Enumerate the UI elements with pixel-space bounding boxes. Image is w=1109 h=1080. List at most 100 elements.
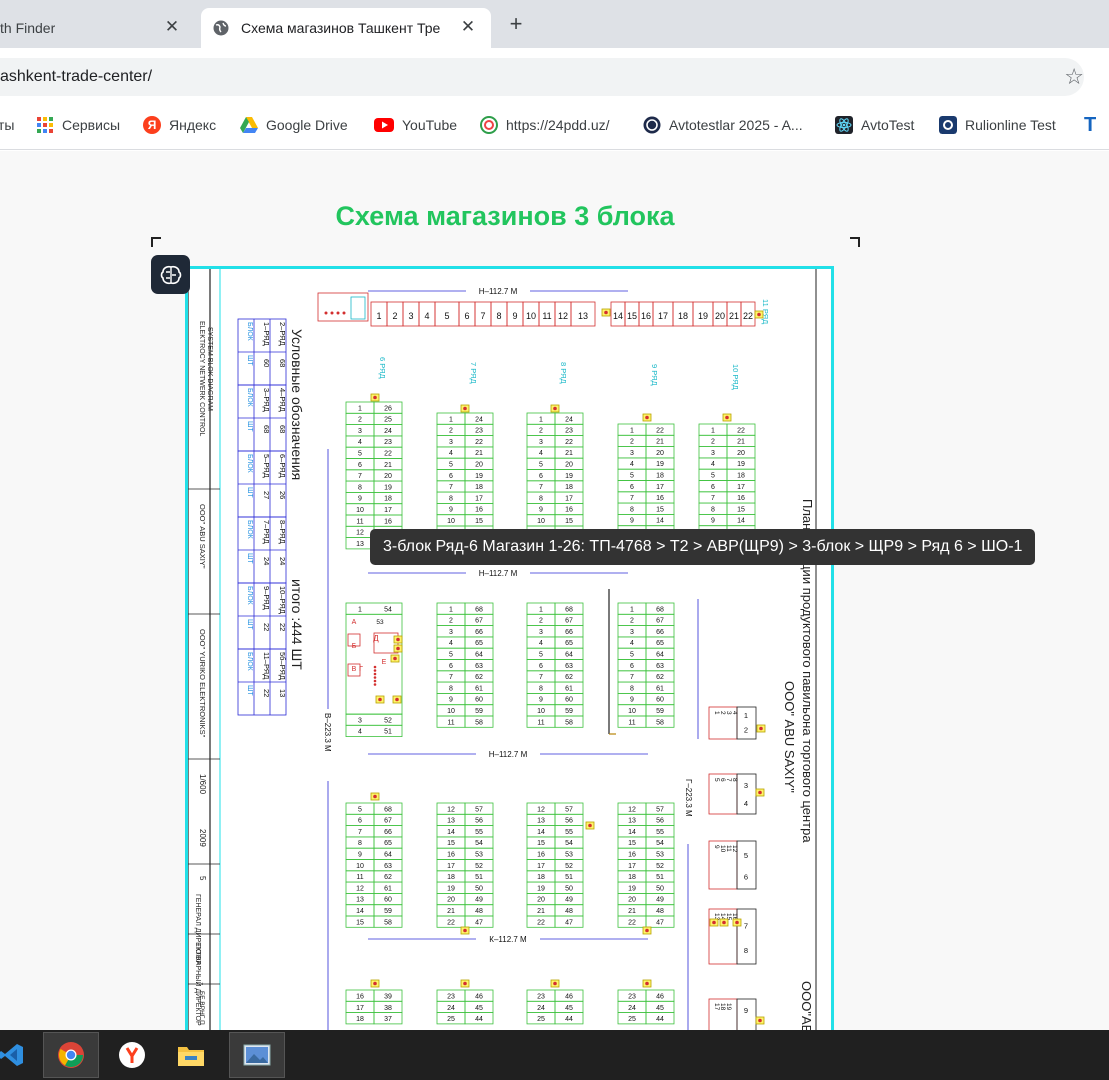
shop-number: 38 (384, 1005, 392, 1012)
shop-number: 3 (449, 629, 453, 636)
shop-number: 63 (384, 863, 392, 870)
bookmark-overflow[interactable]: T (1084, 114, 1096, 136)
shop-number: 57 (475, 806, 483, 813)
shop-number: 26 (384, 405, 392, 412)
shop-number: 20 (656, 450, 664, 457)
shop-number: 9 (630, 518, 634, 525)
tab-title: th Finder (0, 20, 56, 36)
shop-number: 3 (358, 718, 362, 725)
taskbar-yandex[interactable] (104, 1032, 160, 1078)
shop-number: 11 (537, 719, 544, 726)
shop-number: 14 (447, 829, 455, 836)
shop-number: 1 (630, 427, 634, 434)
shop-number: 2 (630, 439, 634, 446)
taskbar-photos[interactable] (229, 1032, 285, 1078)
shop-number: 48 (565, 908, 573, 915)
shop-number: 17 (737, 484, 745, 491)
shop-number: 25 (447, 1016, 455, 1023)
taskbar-chrome[interactable] (43, 1032, 99, 1078)
bookmarks-bar: ты Сервисы Я Яндекс Google Drive YouTube (0, 100, 1109, 150)
shop-number: 2 (358, 417, 362, 424)
taskbar-explorer[interactable] (163, 1032, 219, 1078)
shop-number: 5 (711, 473, 715, 480)
shop-number: 21 (628, 908, 636, 915)
shop-number: 5 (358, 806, 362, 813)
bookmark-avtotest[interactable]: AvtoTest (835, 114, 914, 136)
shop-number: 2 (711, 439, 715, 446)
shop-number: 23 (447, 994, 455, 1001)
shop-number: 3 (630, 629, 634, 636)
shop-number: 4 (358, 439, 362, 446)
shop-number: 14 (737, 518, 745, 525)
shop-number: 9 (358, 852, 362, 859)
address-bar[interactable]: ashkent-trade-center/ ☆ (0, 58, 1084, 96)
legend-count: 24 (262, 557, 271, 565)
shop-number: 19 (537, 885, 545, 892)
new-tab-button[interactable]: + (505, 13, 527, 35)
tab-path-finder[interactable]: th Finder ✕ (0, 8, 195, 48)
shop-number: 21 (656, 439, 664, 446)
shop-number: 8 (630, 506, 634, 513)
breaker-dot (712, 920, 716, 925)
taskbar-vscode[interactable] (0, 1032, 40, 1078)
legend-count: 68 (262, 425, 271, 433)
bookmark-yandex[interactable]: Я Яндекс (143, 114, 216, 136)
top-shop-number: 4 (424, 311, 429, 321)
special-label: Б (352, 643, 357, 650)
shop-number: 46 (565, 994, 573, 1001)
bookmark-rulionline[interactable]: Rulionline Test (939, 114, 1056, 136)
breaker-dot (373, 794, 377, 799)
shop-number: 58 (384, 919, 392, 926)
bookmark-star-icon[interactable]: ☆ (1064, 64, 1084, 90)
right-shop-number: 1 (713, 711, 720, 715)
shop-number: 12 (628, 806, 636, 813)
shop-number: 5 (539, 462, 543, 469)
right-block-label: 3 (744, 781, 748, 790)
shop-number: 65 (384, 840, 392, 847)
title-block-text: 1/600 (198, 774, 207, 795)
shop-number: 2 (539, 618, 543, 625)
bookmark-services[interactable]: Сервисы (36, 114, 120, 136)
bookmark-google-drive[interactable]: Google Drive (240, 114, 348, 136)
legend-unit: ШТ (246, 421, 253, 432)
entrance-dot (336, 311, 340, 315)
breaker-dot (645, 928, 649, 933)
close-icon[interactable]: ✕ (459, 18, 477, 36)
legend-row-name: 3–РЯД (262, 388, 271, 412)
shop-number: 39 (384, 994, 392, 1001)
tab-title: Схема магазинов Ташкент Тре (241, 20, 441, 36)
shop-number: 67 (384, 818, 392, 825)
bookmark-avtotestlar[interactable]: Avtotestlar 2025 - A... (643, 114, 803, 136)
legend-count: 22 (262, 623, 271, 631)
shop-number: 7 (358, 473, 362, 480)
shop-number: 11 (356, 874, 363, 881)
shop-number: 4 (449, 450, 453, 457)
bookmark-item[interactable]: ты (0, 114, 14, 136)
tab-strip: th Finder ✕ Схема магазинов Ташкент Тре … (0, 0, 1109, 48)
shop-number: 24 (565, 416, 573, 423)
shop-number: 46 (656, 994, 664, 1001)
special-dot (373, 676, 377, 679)
breaker-dot (393, 656, 397, 661)
right-block-label: 5 (744, 851, 748, 860)
breaker-dot (373, 395, 377, 400)
shop-number: 19 (565, 473, 573, 480)
dimension-label: Н–112.7 М (479, 287, 518, 296)
bookmark-label: https://24pdd.uz/ (506, 117, 610, 133)
path-tooltip: 3-блок Ряд-6 Магазин 1-26: ТП-4768 > Т2 … (370, 529, 1036, 565)
bookmark-youtube[interactable]: YouTube (374, 114, 457, 136)
legend-count: 27 (262, 491, 271, 499)
bookmark-label: Rulionline Test (965, 117, 1056, 133)
tab-shop-scheme[interactable]: Схема магазинов Ташкент Тре ✕ (201, 8, 491, 48)
shop-number: 6 (358, 462, 362, 469)
bookmark-24pdd[interactable]: https://24pdd.uz/ (480, 114, 610, 136)
ai-brain-button[interactable] (151, 255, 190, 294)
shop-number: 24 (537, 1005, 545, 1012)
shop-number: 5 (539, 652, 543, 659)
shop-number: 21 (447, 908, 455, 915)
close-icon[interactable]: ✕ (163, 18, 181, 36)
shop-number: 5 (449, 462, 453, 469)
shop-number: 9 (539, 507, 543, 514)
shop-number: 62 (384, 874, 392, 881)
shop-number: 59 (475, 708, 483, 715)
